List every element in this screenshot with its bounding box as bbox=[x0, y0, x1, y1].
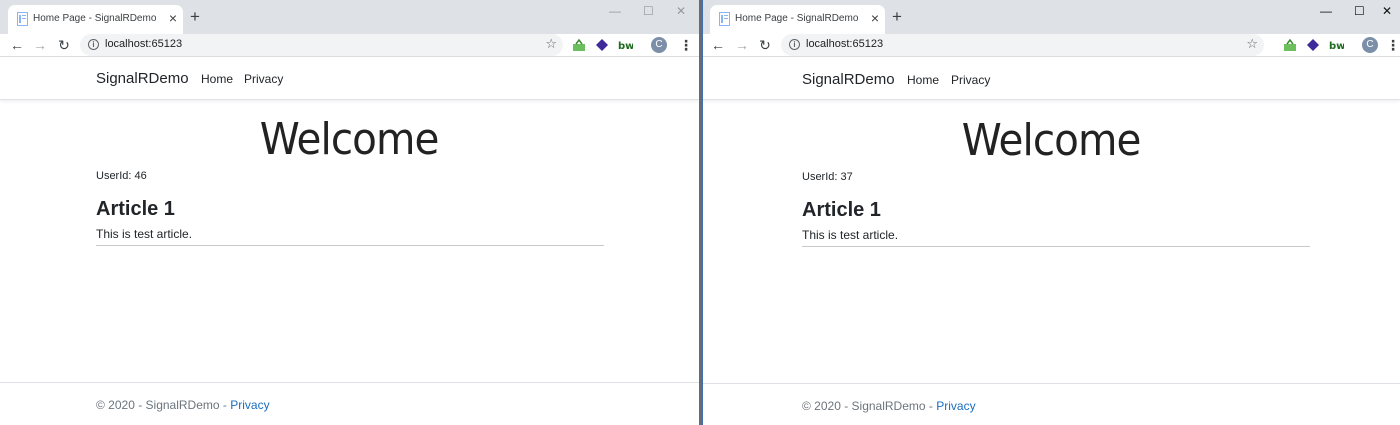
user-id-text: UserId: 46 bbox=[96, 170, 147, 182]
address-bar[interactable]: i localhost:65123 ☆ bbox=[80, 34, 563, 56]
page-title: Welcome bbox=[260, 114, 440, 165]
footer: © 2020 - SignalRDemo - Privacy bbox=[96, 398, 270, 412]
tab-strip: Home Page - SignalRDemo × + — ☐ ✕ bbox=[0, 0, 699, 34]
extension-icon[interactable] bbox=[1306, 38, 1320, 52]
browser-tab[interactable]: Home Page - SignalRDemo × bbox=[710, 5, 885, 34]
footer-privacy-link[interactable]: Privacy bbox=[936, 399, 975, 413]
url-text[interactable]: localhost:65123 bbox=[806, 38, 883, 50]
reload-icon[interactable]: ↻ bbox=[55, 34, 73, 56]
avatar[interactable]: C bbox=[651, 37, 667, 53]
forward-arrow-icon[interactable]: → bbox=[31, 34, 49, 56]
kebab-menu-icon[interactable]: ⋮ bbox=[679, 35, 693, 55]
avatar[interactable]: C bbox=[1362, 37, 1378, 53]
star-icon[interactable]: ☆ bbox=[545, 36, 557, 52]
page-title: Welcome bbox=[961, 115, 1142, 166]
brand-link[interactable]: SignalRDemo bbox=[96, 70, 189, 87]
nav-privacy[interactable]: Privacy bbox=[951, 73, 990, 87]
article-title: Article 1 bbox=[802, 199, 881, 221]
svg-text:bw: bw bbox=[1329, 41, 1344, 52]
footer-text: © 2020 - SignalRDemo - bbox=[802, 399, 937, 413]
info-icon[interactable]: i bbox=[88, 39, 99, 50]
browser-window-right: Home Page - SignalRDemo × + — ☐ ✕ ← → ↻ … bbox=[702, 0, 1400, 425]
browser-toolbar: ← → ↻ i localhost:65123 ☆ bw C ⋮ bbox=[0, 34, 699, 56]
article-divider bbox=[802, 246, 1310, 247]
close-window-icon[interactable]: ✕ bbox=[1382, 4, 1392, 18]
nav-home[interactable]: Home bbox=[907, 73, 939, 87]
page-favicon bbox=[17, 12, 28, 26]
footer-privacy-link[interactable]: Privacy bbox=[230, 398, 269, 412]
site-navbar: SignalRDemo Home Privacy bbox=[0, 57, 699, 100]
extension-icon[interactable] bbox=[1283, 38, 1297, 52]
extension-icon[interactable]: bw bbox=[617, 38, 633, 52]
extension-icon[interactable]: bw bbox=[1328, 38, 1344, 52]
user-id-text: UserId: 37 bbox=[802, 171, 853, 183]
maximize-icon[interactable]: ☐ bbox=[1354, 4, 1365, 18]
article-divider bbox=[96, 245, 604, 246]
info-icon[interactable]: i bbox=[789, 39, 800, 50]
close-window-icon[interactable]: ✕ bbox=[676, 4, 686, 18]
page-favicon bbox=[719, 12, 730, 26]
site-navbar: SignalRDemo Home Privacy bbox=[702, 57, 1400, 100]
footer: © 2020 - SignalRDemo - Privacy bbox=[802, 399, 976, 413]
footer-text: © 2020 - SignalRDemo - bbox=[96, 398, 231, 412]
svg-text:bw: bw bbox=[618, 41, 633, 52]
tab-strip: Home Page - SignalRDemo × + — ☐ ✕ bbox=[702, 0, 1400, 34]
plus-icon[interactable]: + bbox=[892, 7, 902, 27]
browser-toolbar: ← → ↻ i localhost:65123 ☆ bw C ⋮ bbox=[702, 34, 1400, 56]
close-icon[interactable]: × bbox=[169, 10, 177, 26]
footer-divider bbox=[702, 383, 1400, 384]
url-text[interactable]: localhost:65123 bbox=[105, 38, 182, 50]
close-icon[interactable]: × bbox=[871, 10, 879, 26]
minimize-icon[interactable]: — bbox=[1320, 4, 1332, 18]
reload-icon[interactable]: ↻ bbox=[756, 34, 774, 56]
plus-icon[interactable]: + bbox=[190, 7, 200, 27]
tab-title: Home Page - SignalRDemo bbox=[33, 13, 157, 24]
article-body: This is test article. bbox=[96, 227, 193, 241]
forward-arrow-icon[interactable]: → bbox=[733, 34, 751, 56]
brand-link[interactable]: SignalRDemo bbox=[802, 71, 895, 88]
extension-icon[interactable] bbox=[595, 38, 609, 52]
nav-privacy[interactable]: Privacy bbox=[244, 72, 283, 86]
nav-home[interactable]: Home bbox=[201, 72, 233, 86]
star-icon[interactable]: ☆ bbox=[1246, 36, 1258, 52]
browser-window-left: Home Page - SignalRDemo × + — ☐ ✕ ← → ↻ … bbox=[0, 0, 699, 425]
tab-title: Home Page - SignalRDemo bbox=[735, 13, 859, 24]
article-title: Article 1 bbox=[96, 198, 175, 220]
back-arrow-icon[interactable]: ← bbox=[8, 34, 26, 56]
browser-tab[interactable]: Home Page - SignalRDemo × bbox=[8, 5, 183, 34]
minimize-icon[interactable]: — bbox=[609, 4, 621, 18]
extension-icon[interactable] bbox=[572, 38, 586, 52]
maximize-icon[interactable]: ☐ bbox=[643, 4, 654, 18]
article-body: This is test article. bbox=[802, 228, 899, 242]
footer-divider bbox=[0, 382, 699, 383]
address-bar[interactable]: i localhost:65123 ☆ bbox=[781, 34, 1264, 56]
kebab-menu-icon[interactable]: ⋮ bbox=[1386, 35, 1400, 55]
back-arrow-icon[interactable]: ← bbox=[709, 34, 727, 56]
